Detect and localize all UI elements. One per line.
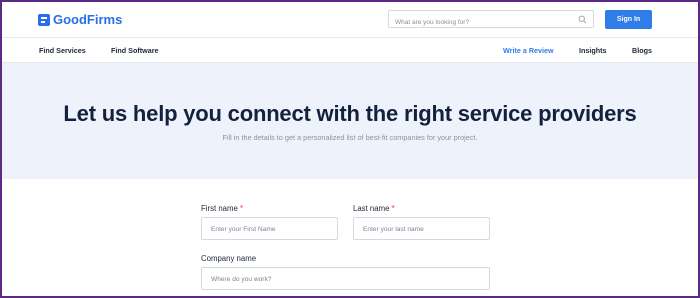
- company-name-field-wrapper: [201, 267, 490, 290]
- nav-find-software[interactable]: Find Software: [111, 46, 159, 55]
- brand-logo[interactable]: GoodFirms: [38, 12, 122, 27]
- last-name-label-text: Last name: [353, 204, 390, 213]
- last-name-label: Last name *: [353, 204, 395, 213]
- nav-write-a-review[interactable]: Write a Review: [503, 46, 554, 55]
- company-name-label: Company name: [201, 254, 257, 263]
- sign-in-button[interactable]: Sign In: [605, 10, 652, 29]
- required-mark: *: [391, 204, 395, 213]
- main-nav: Find Services Find Software Write a Revi…: [2, 38, 698, 63]
- search-box: [388, 10, 594, 31]
- nav-blogs[interactable]: Blogs: [632, 46, 652, 55]
- first-name-label-text: First name: [201, 204, 238, 213]
- search-icon[interactable]: [578, 15, 587, 24]
- nav-insights[interactable]: Insights: [579, 46, 607, 55]
- brand-name: GoodFirms: [53, 12, 123, 27]
- required-mark: *: [240, 204, 244, 213]
- last-name-field-wrapper: [353, 217, 490, 240]
- company-name-field[interactable]: [202, 269, 489, 290]
- last-name-field[interactable]: [354, 219, 489, 240]
- hero-title: Let us help you connect with the right s…: [63, 101, 637, 126]
- first-name-label: First name *: [201, 204, 243, 213]
- top-bar: GoodFirms Sign In: [2, 2, 698, 38]
- page-frame: GoodFirms Sign In Find Services Find Sof…: [0, 0, 700, 298]
- nav-find-services[interactable]: Find Services: [39, 46, 86, 55]
- hero-subtitle: Fill in the details to get a personalize…: [222, 133, 478, 142]
- first-name-field[interactable]: [202, 219, 337, 240]
- goodfirms-logo-icon: [38, 13, 50, 26]
- search-input[interactable]: [389, 14, 569, 31]
- first-name-field-wrapper: [201, 217, 338, 240]
- hero-section: Let us help you connect with the right s…: [2, 63, 698, 179]
